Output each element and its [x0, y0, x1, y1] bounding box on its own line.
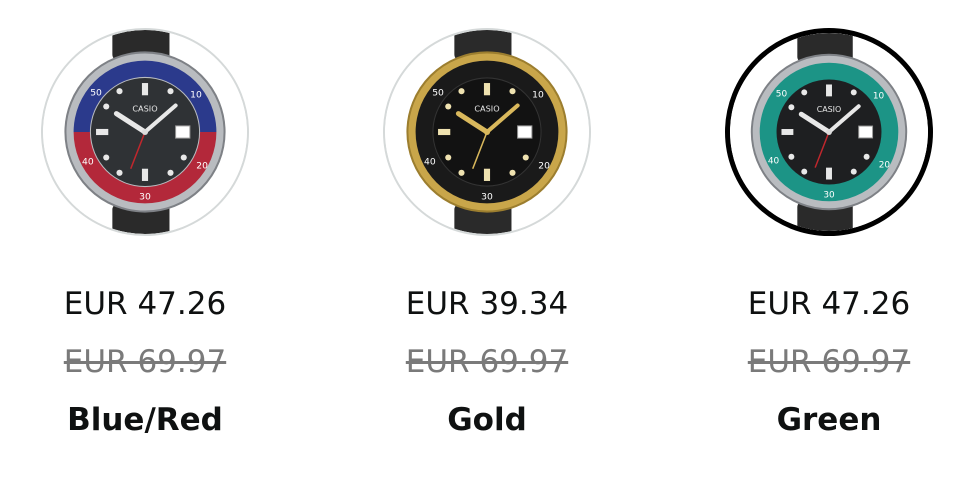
bezel-number: 50: [432, 87, 444, 98]
color-swatch-green[interactable]: CASIO 50 40 30 10 20 EUR 47.26 EUR 69.97…: [658, 28, 968, 440]
date-window: [517, 125, 533, 139]
dial-brand-text: CASIO: [817, 105, 842, 114]
date-window: [858, 125, 874, 139]
bezel-number: 50: [776, 89, 788, 99]
bezel-number: 30: [139, 191, 151, 202]
swatch-color-name: Gold: [447, 402, 527, 438]
color-swatch-blue-red[interactable]: CASIO 50 40 30 10 20 EUR 47.26 EUR 69.97…: [0, 28, 316, 440]
swatch-color-name: Blue/Red: [67, 402, 223, 438]
swatch-price: EUR 47.26: [747, 286, 911, 322]
watch-gold-image: CASIO 50 40 30 10 20: [385, 30, 589, 234]
swatch-list-price: EUR 69.97: [747, 344, 911, 380]
color-swatch-gold[interactable]: CASIO 50 40 30 10 20 EUR 39.34 EUR 69.97…: [316, 28, 658, 440]
bezel-number: 30: [823, 190, 835, 200]
date-window: [175, 125, 191, 139]
swatch-image-blue-red[interactable]: CASIO 50 40 30 10 20: [41, 28, 249, 236]
bezel-number: 20: [538, 161, 550, 172]
bezel-number: 40: [424, 157, 436, 168]
bezel-number: 50: [90, 87, 102, 98]
bezel-number: 30: [481, 191, 493, 202]
swatch-price: EUR 39.34: [405, 286, 569, 322]
swatch-image-gold[interactable]: CASIO 50 40 30 10 20: [383, 28, 591, 236]
color-variant-selector: CASIO 50 40 30 10 20 EUR 47.26 EUR 69.97…: [0, 0, 968, 479]
bezel-number: 20: [879, 161, 891, 171]
bezel-number: 20: [196, 161, 208, 172]
bezel-number: 40: [768, 157, 780, 167]
bezel-number: 40: [82, 157, 94, 168]
bezel-number: 10: [190, 89, 202, 100]
watch-blue-red-image: CASIO 50 40 30 10 20: [43, 30, 247, 234]
bezel-number: 10: [532, 89, 544, 100]
swatch-color-name: Green: [776, 402, 882, 438]
swatch-list-price: EUR 69.97: [405, 344, 569, 380]
swatch-price: EUR 47.26: [63, 286, 227, 322]
swatch-image-green[interactable]: CASIO 50 40 30 10 20: [725, 28, 933, 236]
dial-brand-text: CASIO: [132, 104, 157, 114]
watch-green-image: CASIO 50 40 30 10 20: [730, 33, 928, 231]
bezel-number: 10: [873, 91, 885, 101]
swatch-list-price: EUR 69.97: [63, 344, 227, 380]
dial-brand-text: CASIO: [474, 104, 499, 114]
